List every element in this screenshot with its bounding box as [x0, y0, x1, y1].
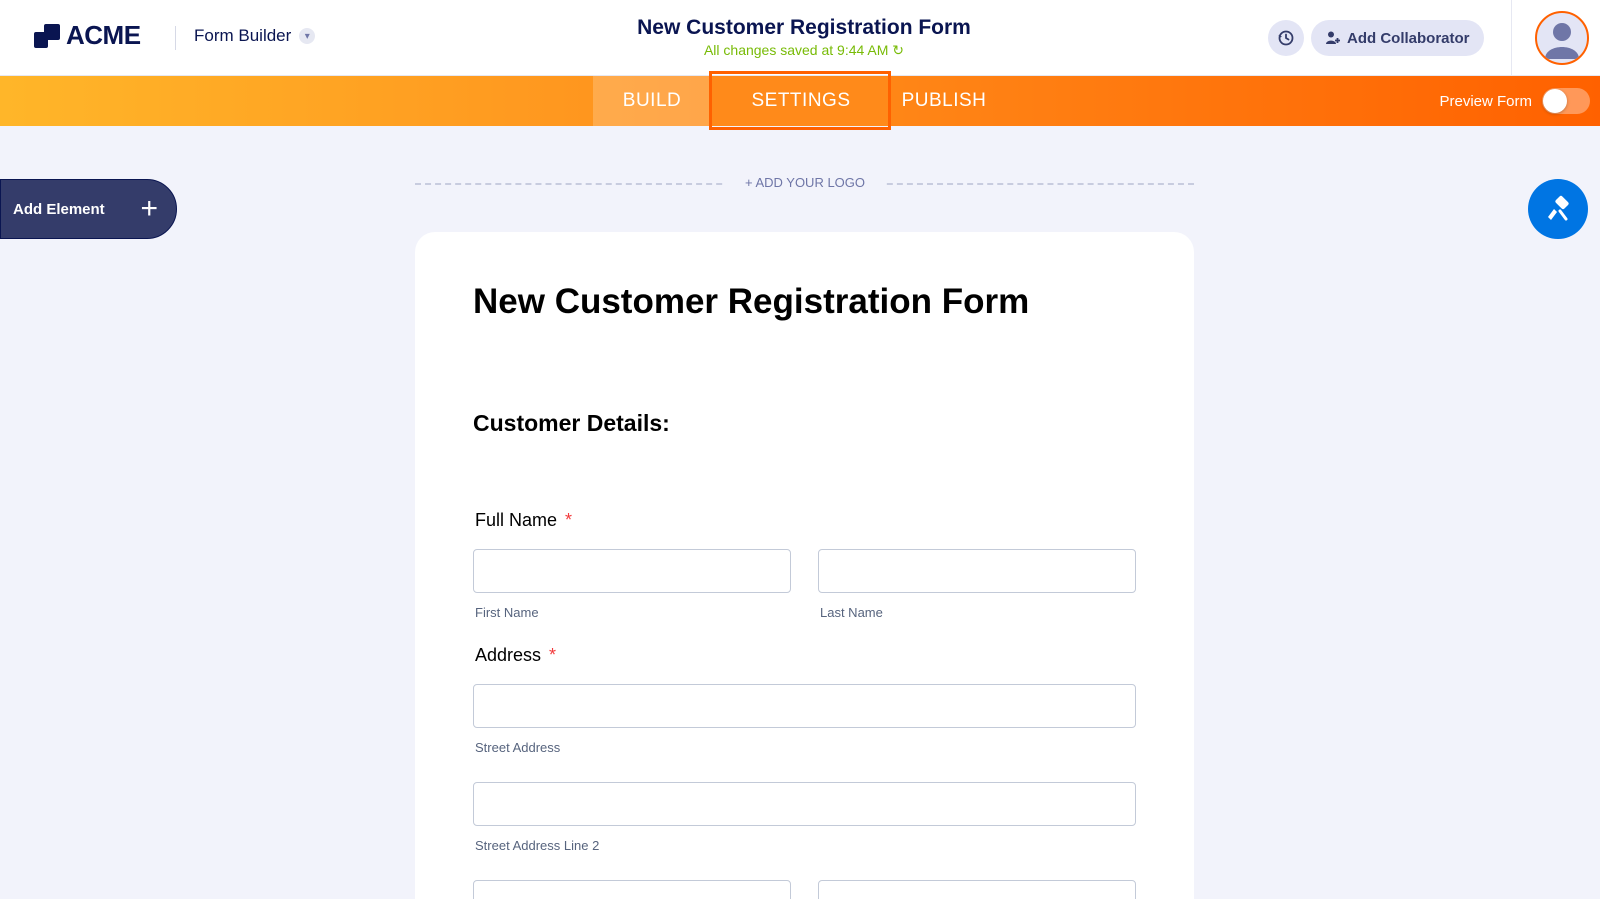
- top-header: ACME Form Builder ▾ New Customer Registr…: [0, 0, 1600, 76]
- required-mark: *: [565, 510, 573, 530]
- toggle-knob: [1543, 89, 1567, 113]
- user-avatar-icon: [1545, 23, 1579, 59]
- form-card: New Customer Registration Form Customer …: [415, 232, 1194, 899]
- add-user-icon: [1326, 31, 1340, 44]
- user-avatar[interactable]: [1535, 11, 1589, 65]
- refresh-icon: ↻: [892, 42, 905, 58]
- last-name-input[interactable]: [818, 549, 1136, 593]
- first-name-sublabel: First Name: [475, 605, 539, 620]
- street-address-line2-input[interactable]: [473, 782, 1136, 826]
- plus-icon: +: [140, 192, 158, 225]
- address-label-text: Address: [475, 645, 542, 665]
- add-element-label: Add Element: [13, 200, 105, 218]
- paint-roller-icon: [1548, 195, 1569, 221]
- preview-form-toggle[interactable]: Preview Form: [1439, 88, 1590, 114]
- full-name-label: Full Name *: [475, 510, 572, 531]
- full-name-label-text: Full Name: [475, 510, 558, 530]
- form-heading[interactable]: New Customer Registration Form: [473, 282, 1029, 322]
- preview-toggle-switch[interactable]: [1542, 88, 1590, 114]
- history-button[interactable]: [1268, 20, 1304, 56]
- tab-build[interactable]: BUILD: [593, 76, 711, 126]
- builder-nav: BUILD SETTINGS PUBLISH Preview Form: [0, 76, 1600, 126]
- add-element-button[interactable]: Add Element +: [0, 179, 177, 239]
- tab-publish[interactable]: PUBLISH: [888, 76, 1000, 126]
- street-address-input[interactable]: [473, 684, 1136, 728]
- add-collaborator-button[interactable]: Add Collaborator: [1311, 20, 1484, 56]
- section-heading[interactable]: Customer Details:: [473, 410, 670, 437]
- first-name-input[interactable]: [473, 549, 791, 593]
- last-name-sublabel: Last Name: [820, 605, 883, 620]
- history-icon: [1278, 30, 1294, 46]
- state-input[interactable]: [818, 880, 1136, 899]
- required-mark: *: [549, 645, 557, 665]
- address-label: Address *: [475, 645, 556, 666]
- city-input[interactable]: [473, 880, 791, 899]
- add-collaborator-label: Add Collaborator: [1347, 29, 1470, 47]
- save-status-text: All changes saved at 9:44 AM: [703, 42, 889, 58]
- add-logo-link[interactable]: + ADD YOUR LOGO: [726, 175, 884, 190]
- tab-settings[interactable]: SETTINGS: [711, 76, 891, 126]
- form-designer-button[interactable]: [1528, 179, 1588, 239]
- street-address-line2-sublabel: Street Address Line 2: [475, 838, 600, 853]
- header-divider-right: [1511, 0, 1512, 76]
- preview-form-label: Preview Form: [1439, 92, 1532, 110]
- street-address-sublabel: Street Address: [475, 740, 561, 755]
